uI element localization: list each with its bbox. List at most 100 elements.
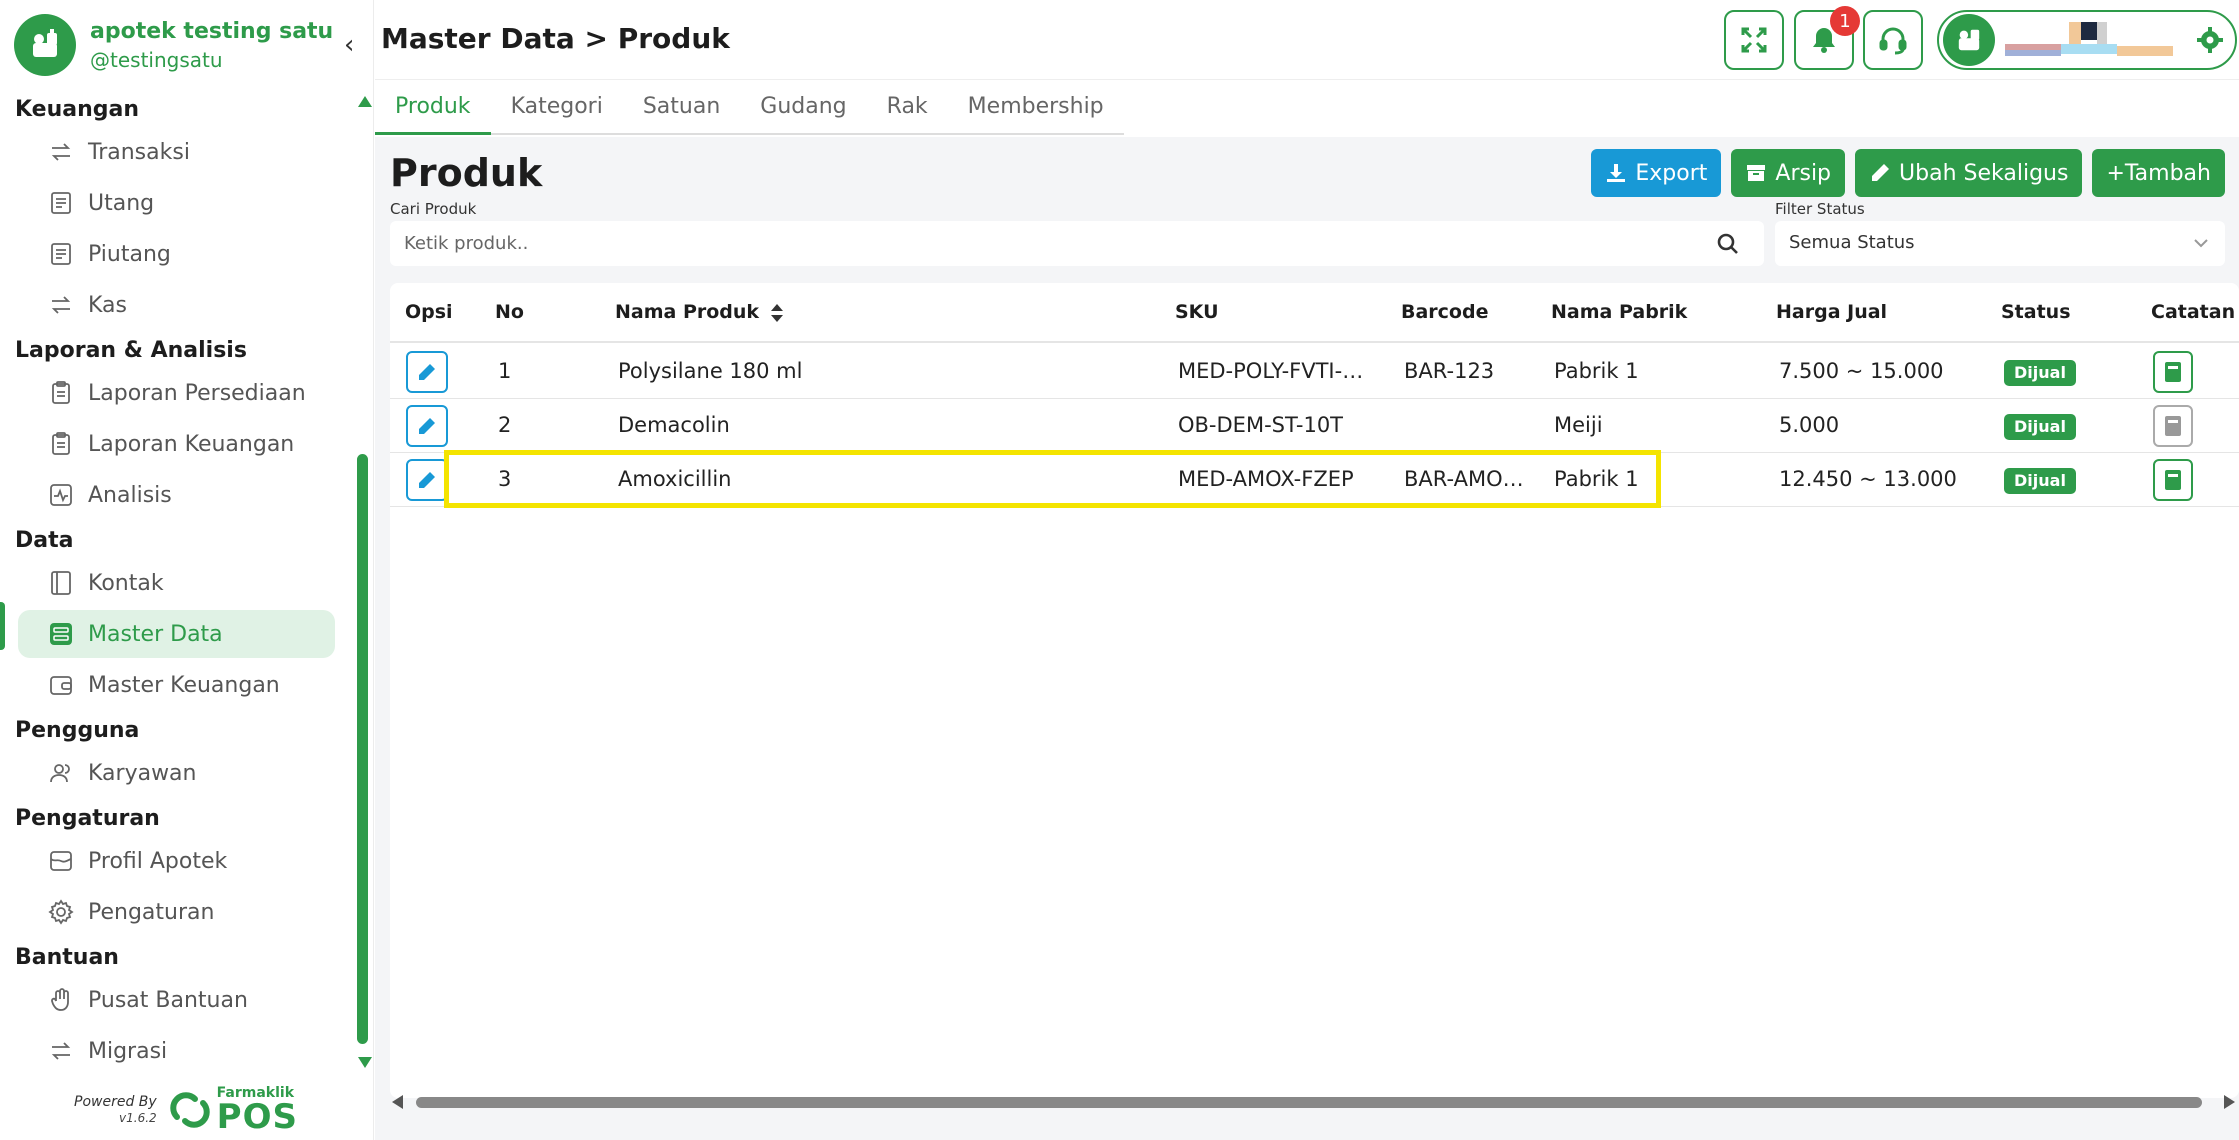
notebook-icon xyxy=(2165,416,2181,436)
pencil-icon xyxy=(1872,164,1890,181)
settings-gear-icon[interactable] xyxy=(2197,27,2223,57)
section-pengguna: Pengguna xyxy=(15,718,140,743)
catatan-button[interactable] xyxy=(2153,351,2193,393)
table-horizontal-scrollbar[interactable] xyxy=(390,1091,2239,1111)
clipboard-icon xyxy=(46,429,76,459)
export-button[interactable]: Export xyxy=(1591,149,1722,197)
wallet-icon xyxy=(46,670,76,700)
catatan-button[interactable] xyxy=(2153,405,2193,447)
sidebar-item-piutang[interactable]: Piutang xyxy=(18,230,335,278)
sidebar-item-pengaturan[interactable]: Pengaturan xyxy=(18,888,335,936)
database-icon xyxy=(46,619,76,649)
sidebar-item-label: Profil Apotek xyxy=(88,848,228,874)
clipboard-icon xyxy=(46,378,76,408)
catatan-button[interactable] xyxy=(2153,459,2193,501)
section-keuangan: Keuangan xyxy=(15,97,140,122)
col-status: Status xyxy=(2001,301,2071,323)
main-content: Produk Kategori Satuan Gudang Rak Member… xyxy=(375,81,2239,1140)
cell-no: 2 xyxy=(498,413,512,437)
receipt-icon xyxy=(46,188,76,218)
col-nama-produk[interactable]: Nama Produk xyxy=(615,301,759,323)
sidebar-item-transaksi[interactable]: Transaksi xyxy=(18,128,335,176)
export-label: Export xyxy=(1635,160,1708,186)
tab-satuan[interactable]: Satuan xyxy=(623,81,740,135)
row-highlight-box xyxy=(444,450,1661,508)
store-icon xyxy=(46,846,76,876)
cell-nama-produk: Demacolin xyxy=(618,413,730,437)
sidebar-item-profil-apotek[interactable]: Profil Apotek xyxy=(18,837,335,885)
arsip-button[interactable]: Arsip xyxy=(1731,149,1846,197)
col-opsi: Opsi xyxy=(405,301,453,323)
app-version: v1.6.2 xyxy=(119,1111,157,1125)
collapse-sidebar-chevron-left-icon[interactable]: ‹ xyxy=(344,30,354,60)
scroll-up-arrow-icon[interactable] xyxy=(358,96,372,107)
contact-book-icon xyxy=(46,568,76,598)
sidebar-item-master-keuangan[interactable]: Master Keuangan xyxy=(18,661,335,709)
tab-rak[interactable]: Rak xyxy=(867,81,948,135)
filter-status-value: Semua Status xyxy=(1789,232,1915,253)
tab-bar: Produk Kategori Satuan Gudang Rak Member… xyxy=(375,81,2239,137)
download-icon xyxy=(1607,164,1626,182)
table-header: Opsi No Nama Produk SKU Barcode Nama Pab… xyxy=(390,283,2239,343)
pencil-icon xyxy=(419,472,435,488)
cell-barcode: BAR-123 xyxy=(1404,359,1495,383)
powered-by-label: Powered By xyxy=(74,1094,157,1110)
filter-status-label: Filter Status xyxy=(1775,200,1865,218)
sidebar-item-master-data[interactable]: Master Data xyxy=(18,610,335,658)
tab-kategori[interactable]: Kategori xyxy=(491,81,623,135)
sidebar-item-label: Master Data xyxy=(88,621,223,647)
sidebar-item-laporan-keuangan[interactable]: Laporan Keuangan xyxy=(18,420,335,468)
breadcrumb: Master Data > Produk xyxy=(381,22,730,55)
sidebar-item-utang[interactable]: Utang xyxy=(18,179,335,227)
edit-button[interactable] xyxy=(406,405,448,447)
headset-icon xyxy=(1879,27,1907,55)
sort-icon[interactable] xyxy=(770,303,784,323)
sidebar-item-label: Migrasi xyxy=(88,1038,168,1064)
notification-button[interactable]: 1 xyxy=(1794,6,1860,70)
sidebar-scrollbar[interactable] xyxy=(354,96,372,1068)
sidebar-nav: Keuangan Transaksi Utang Piutang Kas Lap… xyxy=(0,88,345,1078)
tab-gudang[interactable]: Gudang xyxy=(740,81,866,135)
col-barcode: Barcode xyxy=(1401,301,1489,323)
support-button[interactable] xyxy=(1863,10,1923,70)
sidebar-item-karyawan[interactable]: Karyawan xyxy=(18,749,335,797)
ubah-sekaligus-label: Ubah Sekaligus xyxy=(1899,160,2069,186)
scroll-thumb[interactable] xyxy=(416,1097,2202,1108)
scroll-left-arrow-icon[interactable] xyxy=(392,1095,403,1109)
tab-membership[interactable]: Membership xyxy=(948,81,1124,135)
scroll-thumb[interactable] xyxy=(357,454,368,1044)
search-input[interactable] xyxy=(390,221,1690,266)
edit-button[interactable] xyxy=(406,351,448,393)
tambah-button[interactable]: +Tambah xyxy=(2092,149,2225,197)
cell-harga-jual: 7.500 ~ 15.000 xyxy=(1779,359,1944,383)
tambah-label: +Tambah xyxy=(2106,160,2211,186)
sidebar-item-kas[interactable]: Kas xyxy=(18,281,335,329)
sidebar-item-label: Transaksi xyxy=(88,139,190,165)
edit-button[interactable] xyxy=(406,459,448,501)
scroll-down-arrow-icon[interactable] xyxy=(358,1057,372,1068)
scroll-right-arrow-icon[interactable] xyxy=(2224,1095,2235,1109)
sidebar-item-laporan-persediaan[interactable]: Laporan Persediaan xyxy=(18,369,335,417)
arsip-label: Arsip xyxy=(1775,160,1832,186)
farmaklik-pos-logo: Farmaklik POS xyxy=(167,1086,298,1134)
filter-status-select[interactable]: Semua Status xyxy=(1775,221,2225,266)
ubah-sekaligus-button[interactable]: Ubah Sekaligus xyxy=(1855,149,2083,197)
col-sku: SKU xyxy=(1175,301,1219,323)
fullscreen-button[interactable] xyxy=(1724,10,1784,70)
notebook-icon xyxy=(2165,362,2181,382)
sidebar-item-label: Laporan Persediaan xyxy=(88,380,306,406)
table-row: 1 Polysilane 180 ml MED-POLY-FVTI-… BAR-… xyxy=(390,345,2239,399)
sidebar-item-analisis[interactable]: Analisis xyxy=(18,471,335,519)
sidebar-item-migrasi[interactable]: Migrasi xyxy=(18,1027,335,1075)
profile-menu[interactable] xyxy=(1937,10,2237,70)
search-icon[interactable] xyxy=(1716,232,1740,256)
sidebar-item-kontak[interactable]: Kontak xyxy=(18,559,335,607)
tab-produk[interactable]: Produk xyxy=(375,81,491,135)
top-header: Master Data > Produk 1 xyxy=(375,0,2239,80)
sidebar-item-pusat-bantuan[interactable]: Pusat Bantuan xyxy=(18,976,335,1024)
col-nama-pabrik: Nama Pabrik xyxy=(1551,301,1688,323)
product-table: Opsi No Nama Produk SKU Barcode Nama Pab… xyxy=(390,283,2239,1098)
section-pengaturan: Pengaturan xyxy=(15,806,160,831)
chevron-down-icon xyxy=(2194,239,2208,248)
cell-nama-produk: Polysilane 180 ml xyxy=(618,359,803,383)
